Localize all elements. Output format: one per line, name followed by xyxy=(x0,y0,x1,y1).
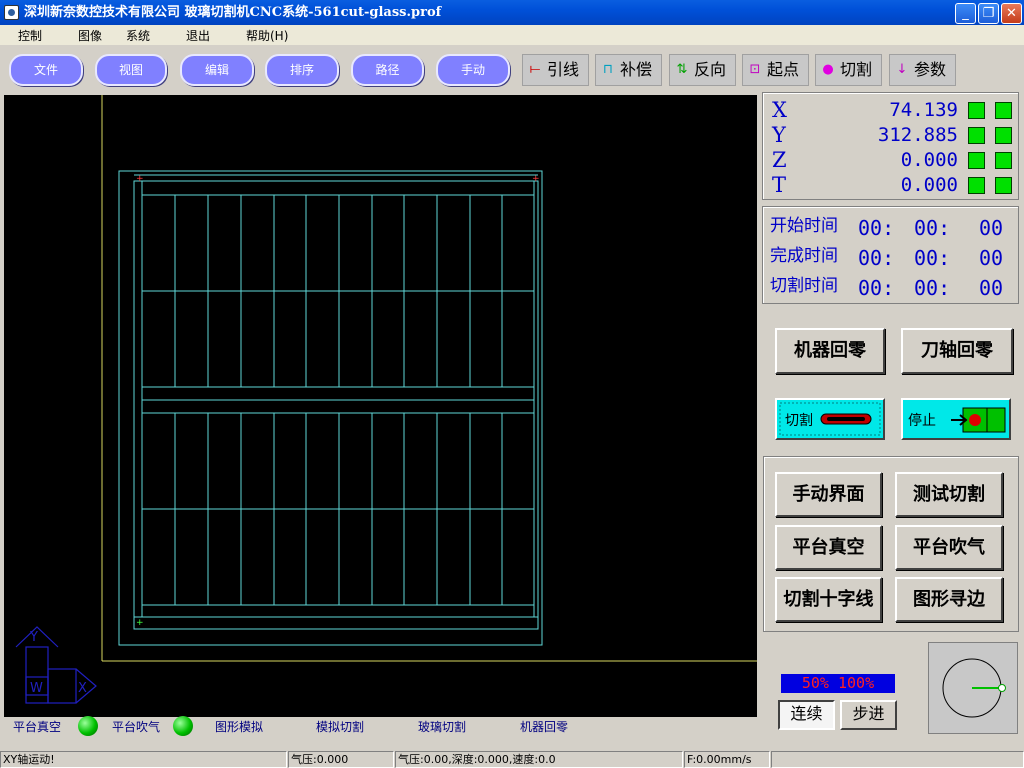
title-bar[interactable]: 深圳新奈数控技术有限公司 玻璃切割机CNC系统-561cut-glass.pro… xyxy=(0,0,1024,25)
axis-label-x: X xyxy=(78,681,87,696)
parameters-icon: ↓ xyxy=(896,62,908,77)
finish-time-seconds: 00 xyxy=(979,246,1004,270)
start-point-icon: ⊡ xyxy=(749,62,761,77)
menu-exit[interactable]: 退出 xyxy=(186,27,210,44)
t-axis-label: T xyxy=(772,173,787,197)
cut-start-button[interactable]: 切割 xyxy=(775,398,885,440)
status-feedrate: F:0.00mm/s xyxy=(684,751,770,768)
manual-button[interactable]: 手动 xyxy=(436,54,510,86)
position-circle-icon xyxy=(942,658,1006,718)
view-button[interactable]: 视图 xyxy=(95,54,167,86)
edge-find-button[interactable]: 图形寻边 xyxy=(895,577,1003,622)
lead-line-tool[interactable]: ⟝ 引线 xyxy=(522,54,589,86)
start-time-hours: 00: xyxy=(858,216,895,240)
finish-time-label: 完成时间 xyxy=(770,246,838,266)
t-axis-value: 0.000 xyxy=(900,174,958,196)
app-icon[interactable] xyxy=(4,5,19,20)
layout-figure: + + + Y W X xyxy=(15,95,757,704)
speed-indicator: 50% 100% xyxy=(781,674,895,693)
platform-vacuum-button[interactable]: 平台真空 xyxy=(775,525,882,570)
file-button[interactable]: 文件 xyxy=(9,54,83,86)
speed-percent-b: 100% xyxy=(838,674,875,692)
graphic-sim-label[interactable]: 图形模拟 xyxy=(215,718,263,735)
y-indicator-1 xyxy=(968,127,985,144)
cut-start-label: 切割 xyxy=(785,413,813,429)
edit-button[interactable]: 编辑 xyxy=(180,54,254,86)
path-button[interactable]: 路径 xyxy=(351,54,424,86)
stop-button[interactable]: 停止 xyxy=(901,398,1011,440)
speed-percent-a: 50% xyxy=(801,674,829,692)
svg-text:+: + xyxy=(532,174,540,184)
tool-axis-home-button[interactable]: 刀轴回零 xyxy=(901,328,1013,374)
svg-text:+: + xyxy=(136,174,144,184)
menu-control[interactable]: 控制 xyxy=(18,27,42,44)
sort-button[interactable]: 排序 xyxy=(265,54,339,86)
cut-time-label: 切割时间 xyxy=(770,276,838,296)
menu-bar xyxy=(0,25,1024,45)
cut-tool[interactable]: ● 切割 xyxy=(815,54,882,86)
cut-crosshair-button[interactable]: 切割十字线 xyxy=(775,577,882,622)
reverse-tool[interactable]: ⇅ 反向 xyxy=(669,54,736,86)
stop-label: 停止 xyxy=(908,413,936,429)
continuous-mode-button[interactable]: 连续 xyxy=(778,700,835,730)
machine-home-label[interactable]: 机器回零 xyxy=(520,718,568,735)
vacuum-led xyxy=(78,716,98,736)
compensation-icon: ⊓ xyxy=(602,62,614,77)
start-time-minutes: 00: xyxy=(914,216,951,240)
status-extra xyxy=(771,751,1024,768)
finish-time-minutes: 00: xyxy=(914,246,951,270)
platform-blow-button[interactable]: 平台吹气 xyxy=(895,525,1003,570)
glass-cut-label[interactable]: 玻璃切割 xyxy=(418,718,466,735)
x-indicator-2 xyxy=(995,102,1012,119)
start-time-seconds: 00 xyxy=(979,216,1004,240)
y-axis-value: 312.885 xyxy=(877,124,958,146)
x-indicator-1 xyxy=(968,102,985,119)
menu-system[interactable]: 系统 xyxy=(126,27,150,44)
x-axis-value: 74.139 xyxy=(889,99,958,121)
vacuum-status-label: 平台真空 xyxy=(13,720,62,734)
t-indicator-2 xyxy=(995,177,1012,194)
start-point-tool[interactable]: ⊡ 起点 xyxy=(742,54,809,86)
y-indicator-2 xyxy=(995,127,1012,144)
test-cut-button[interactable]: 测试切割 xyxy=(895,472,1003,517)
minimize-button[interactable]: _ xyxy=(955,3,976,24)
z-indicator-2 xyxy=(995,152,1012,169)
close-button[interactable]: ✕ xyxy=(1001,3,1022,24)
status-pressure: 气压:0.000 xyxy=(288,751,394,768)
axis-label-w: W xyxy=(30,681,43,696)
menu-image[interactable]: 图像 xyxy=(78,27,102,44)
svg-text:+: + xyxy=(136,618,144,628)
z-indicator-1 xyxy=(968,152,985,169)
finish-time-hours: 00: xyxy=(858,246,895,270)
reverse-icon: ⇅ xyxy=(676,62,688,77)
lead-line-icon: ⟝ xyxy=(529,62,541,77)
manual-interface-button[interactable]: 手动界面 xyxy=(775,472,882,517)
status-message: XY轴运动! xyxy=(0,751,287,768)
cut-time-minutes: 00: xyxy=(914,276,951,300)
cut-icon: ● xyxy=(822,62,834,77)
z-axis-value: 0.000 xyxy=(900,149,958,171)
parameters-tool[interactable]: ↓ 参数 xyxy=(889,54,956,86)
blow-led xyxy=(173,716,193,736)
blow-status-label: 平台吹气 xyxy=(112,720,161,734)
menu-help[interactable]: 帮助(H) xyxy=(246,27,288,44)
axis-label-y: Y xyxy=(29,630,38,645)
drawing-canvas[interactable]: + + + Y W X xyxy=(4,95,757,717)
sim-cut-label[interactable]: 模拟切割 xyxy=(316,718,364,735)
start-time-label: 开始时间 xyxy=(770,216,838,236)
cut-time-seconds: 00 xyxy=(979,276,1004,300)
position-radar xyxy=(928,642,1018,734)
step-mode-button[interactable]: 步进 xyxy=(840,700,897,730)
machine-home-button[interactable]: 机器回零 xyxy=(775,328,885,374)
compensation-tool[interactable]: ⊓ 补偿 xyxy=(595,54,662,86)
restore-button[interactable]: ❐ xyxy=(978,3,999,24)
stop-icon xyxy=(951,407,1006,433)
x-axis-label: X xyxy=(772,98,787,122)
z-axis-label: Z xyxy=(772,148,787,172)
cut-time-hours: 00: xyxy=(858,276,895,300)
t-indicator-1 xyxy=(968,177,985,194)
status-pressure-depth-speed: 气压:0.00,深度:0.000,速度:0.0 xyxy=(395,751,683,768)
y-axis-label: Y xyxy=(772,123,786,147)
window-title: 深圳新奈数控技术有限公司 玻璃切割机CNC系统-561cut-glass.pro… xyxy=(24,5,442,20)
